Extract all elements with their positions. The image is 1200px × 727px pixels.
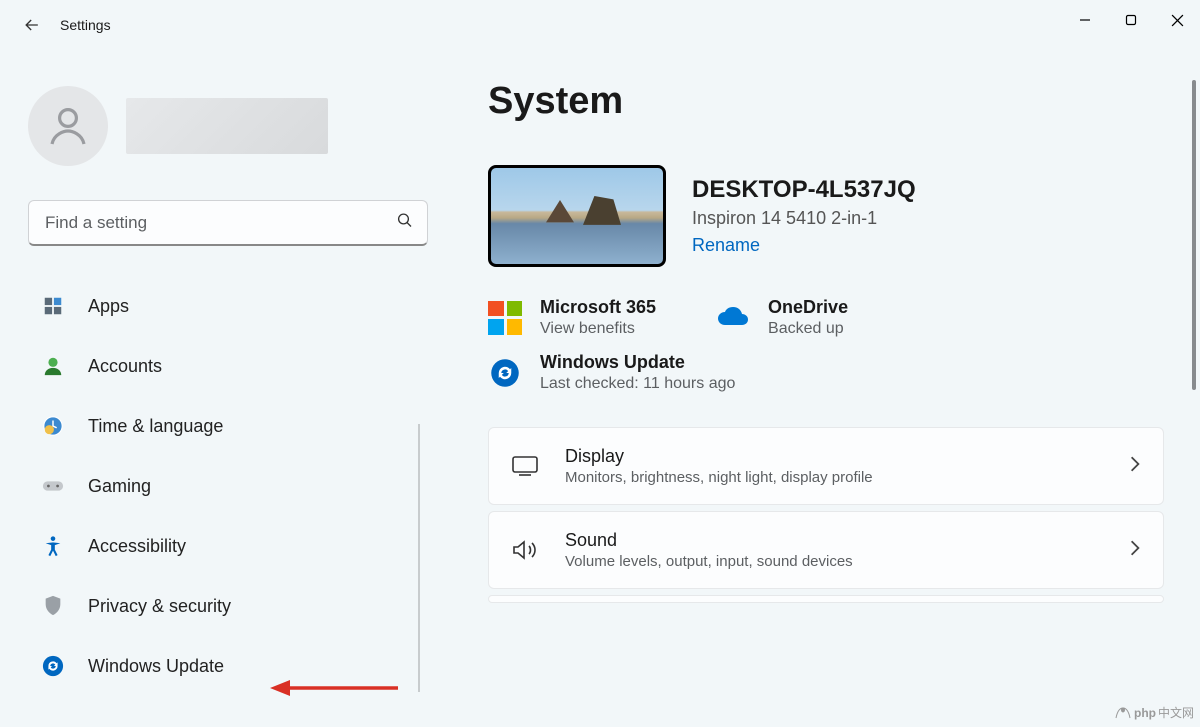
sidebar-item-privacy-security[interactable]: Privacy & security <box>28 576 432 636</box>
status-microsoft-365[interactable]: Microsoft 365 View benefits <box>488 297 656 338</box>
nav-label: Privacy & security <box>88 596 231 617</box>
status-sub: Last checked: 11 hours ago <box>540 375 735 393</box>
watermark: php中文网 <box>1114 704 1194 721</box>
nav-label: Gaming <box>88 476 151 497</box>
nav-label: Windows Update <box>88 656 224 677</box>
nav-label: Time & language <box>88 416 223 437</box>
minimize-button[interactable] <box>1062 0 1108 40</box>
microsoft-logo-icon <box>488 301 522 335</box>
privacy-security-icon <box>42 595 64 617</box>
accessibility-icon <box>42 535 64 557</box>
device-model: Inspiron 14 5410 2-in-1 <box>692 208 916 229</box>
accounts-icon <box>42 355 64 377</box>
sidebar: Apps Accounts Time & language Gaming Acc… <box>0 50 460 727</box>
gaming-icon <box>42 475 64 497</box>
status-sub: Backed up <box>768 320 848 338</box>
back-button[interactable] <box>12 5 52 45</box>
sound-icon <box>511 536 539 564</box>
maximize-icon <box>1125 14 1137 26</box>
nav-label: Accounts <box>88 356 162 377</box>
rename-link[interactable]: Rename <box>692 235 760 256</box>
close-icon <box>1171 14 1184 27</box>
status-title: OneDrive <box>768 297 848 318</box>
minimize-icon <box>1079 14 1091 26</box>
maximize-button[interactable] <box>1108 0 1154 40</box>
close-button[interactable] <box>1154 0 1200 40</box>
annotation-arrow-icon <box>270 676 400 700</box>
card-sub: Monitors, brightness, night light, displ… <box>565 469 1103 486</box>
main-content: System DESKTOP-4L537JQ Inspiron 14 5410 … <box>460 50 1200 727</box>
sidebar-item-apps[interactable]: Apps <box>28 276 432 336</box>
search-input[interactable] <box>28 200 428 246</box>
display-icon <box>511 452 539 480</box>
arrow-left-icon <box>22 15 42 35</box>
scrollbar[interactable] <box>1192 80 1196 700</box>
card-title: Sound <box>565 530 1103 551</box>
time-language-icon <box>42 415 64 437</box>
nav: Apps Accounts Time & language Gaming Acc… <box>28 276 432 696</box>
card-sound[interactable]: Sound Volume levels, output, input, soun… <box>488 511 1164 589</box>
page-title: System <box>488 80 1164 123</box>
apps-icon <box>42 295 64 317</box>
update-sync-icon <box>488 356 522 390</box>
person-icon <box>44 102 92 150</box>
avatar <box>28 86 108 166</box>
device-row: DESKTOP-4L537JQ Inspiron 14 5410 2-in-1 … <box>488 165 1164 267</box>
nav-label: Accessibility <box>88 536 186 557</box>
card-partial[interactable] <box>488 595 1164 603</box>
status-sub: View benefits <box>540 320 656 338</box>
device-name: DESKTOP-4L537JQ <box>692 176 916 204</box>
chevron-right-icon <box>1129 455 1141 478</box>
device-thumbnail[interactable] <box>488 165 666 267</box>
status-windows-update[interactable]: Windows Update Last checked: 11 hours ag… <box>488 352 1164 393</box>
chevron-right-icon <box>1129 539 1141 562</box>
card-title: Display <box>565 446 1103 467</box>
scrollbar-divider <box>418 424 420 692</box>
sidebar-item-accessibility[interactable]: Accessibility <box>28 516 432 576</box>
windows-update-icon <box>42 655 64 677</box>
card-sub: Volume levels, output, input, sound devi… <box>565 553 1103 570</box>
scrollbar-thumb[interactable] <box>1192 80 1196 390</box>
user-block[interactable] <box>28 86 432 166</box>
status-title: Microsoft 365 <box>540 297 656 318</box>
status-title: Windows Update <box>540 352 735 373</box>
app-title: Settings <box>60 17 111 33</box>
onedrive-icon <box>716 301 750 335</box>
sidebar-item-accounts[interactable]: Accounts <box>28 336 432 396</box>
sidebar-item-time-language[interactable]: Time & language <box>28 396 432 456</box>
user-name-placeholder <box>126 98 328 154</box>
nav-label: Apps <box>88 296 129 317</box>
sidebar-item-gaming[interactable]: Gaming <box>28 456 432 516</box>
search-icon <box>396 212 414 235</box>
status-onedrive[interactable]: OneDrive Backed up <box>716 297 848 338</box>
card-display[interactable]: Display Monitors, brightness, night ligh… <box>488 427 1164 505</box>
